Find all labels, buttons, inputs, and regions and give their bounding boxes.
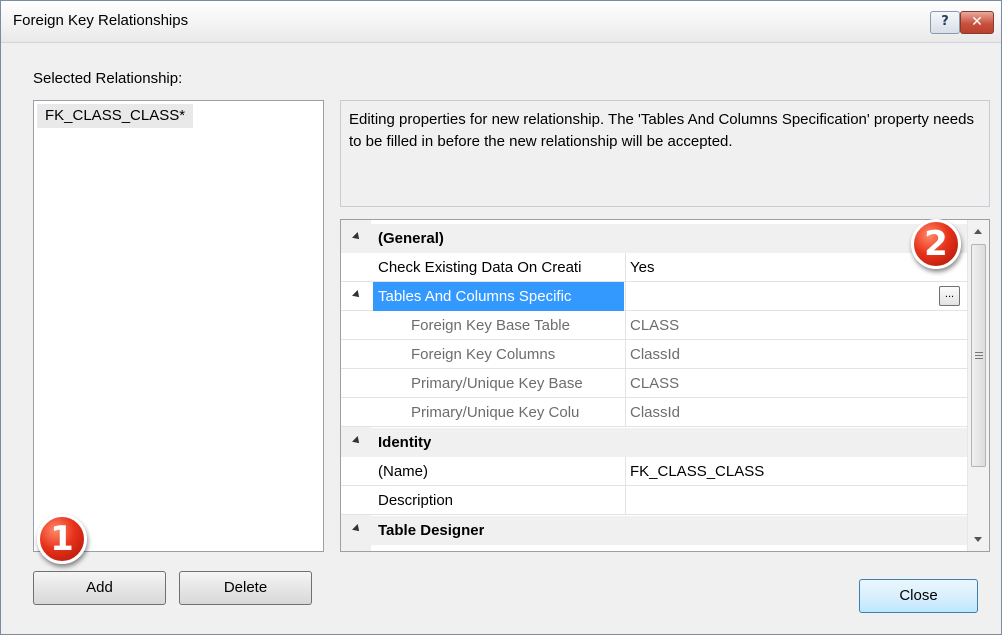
close-button[interactable]: Close xyxy=(859,579,978,613)
category-identity[interactable]: Identity xyxy=(341,428,967,457)
add-button[interactable]: Add xyxy=(33,571,166,605)
window-title: Foreign Key Relationships xyxy=(13,12,189,29)
property-row-name[interactable]: (Name) FK_CLASS_CLASS xyxy=(341,457,967,486)
property-name: Foreign Key Base Table xyxy=(411,317,570,334)
selected-relationship-label: Selected Relationship: xyxy=(33,70,183,87)
property-value: ClassId xyxy=(630,346,681,363)
scroll-up-arrow-icon[interactable] xyxy=(974,229,982,234)
property-grid[interactable]: (General) Check Existing Data On Creati … xyxy=(340,219,990,552)
property-name: Description xyxy=(378,492,454,509)
category-label: Table Designer xyxy=(378,522,485,539)
property-value[interactable] xyxy=(626,486,630,515)
scroll-down-arrow-icon[interactable] xyxy=(974,537,982,542)
property-value[interactable]: Yes xyxy=(626,253,654,282)
category-label: Identity xyxy=(378,434,432,451)
property-value: CLASS xyxy=(630,375,680,392)
property-name: Primary/Unique Key Base xyxy=(411,375,583,392)
window-close-button[interactable]: ✕ xyxy=(960,11,994,34)
property-name: Check Existing Data On Creati xyxy=(378,259,582,276)
relationship-list[interactable]: FK_CLASS_CLASS* xyxy=(33,100,324,552)
category-general[interactable]: (General) xyxy=(341,224,967,253)
category-table-designer[interactable]: Table Designer xyxy=(341,516,967,545)
callout-badge-2: 2 xyxy=(911,219,961,269)
foreign-key-dialog: Foreign Key Relationships ? ✕ Selected R… xyxy=(0,0,1002,635)
ellipsis-button[interactable]: ... xyxy=(939,286,960,306)
property-value[interactable]: FK_CLASS_CLASS xyxy=(626,457,764,486)
category-label: (General) xyxy=(378,230,444,247)
grip-icon xyxy=(975,352,983,359)
title-bar: Foreign Key Relationships ? ✕ xyxy=(1,1,1001,43)
expand-triangle-icon[interactable] xyxy=(352,290,362,300)
property-name: Primary/Unique Key Colu xyxy=(411,404,580,421)
scrollbar-thumb[interactable] xyxy=(971,244,986,467)
property-row-fk-base-table[interactable]: Foreign Key Base Table CLASS xyxy=(341,311,967,340)
column-divider xyxy=(625,282,626,311)
relationship-item[interactable]: FK_CLASS_CLASS* xyxy=(37,104,194,128)
property-name: Foreign Key Columns xyxy=(411,346,556,363)
property-value: CLASS xyxy=(630,317,680,334)
description-box: Editing properties for new relationship.… xyxy=(340,100,990,207)
property-row-fk-columns[interactable]: Foreign Key Columns ClassId xyxy=(341,340,967,369)
callout-badge-1: 1 xyxy=(37,514,87,564)
expand-triangle-icon[interactable] xyxy=(352,232,362,242)
delete-button[interactable]: Delete xyxy=(179,571,312,605)
property-row-check-existing[interactable]: Check Existing Data On Creati Yes xyxy=(341,253,967,282)
expand-triangle-icon[interactable] xyxy=(352,436,362,446)
property-name: Tables And Columns Specific xyxy=(373,282,624,311)
expand-triangle-icon[interactable] xyxy=(352,524,362,534)
property-value: ClassId xyxy=(630,404,681,421)
property-row-pk-columns[interactable]: Primary/Unique Key Colu ClassId xyxy=(341,398,967,427)
help-button[interactable]: ? xyxy=(930,11,960,34)
vertical-scrollbar[interactable] xyxy=(967,220,989,551)
property-name: (Name) xyxy=(378,463,429,480)
property-row-tables-columns[interactable]: Tables And Columns Specific ... xyxy=(341,282,967,311)
property-row-pk-base-table[interactable]: Primary/Unique Key Base CLASS xyxy=(341,369,967,398)
property-row-description[interactable]: Description xyxy=(341,486,967,515)
